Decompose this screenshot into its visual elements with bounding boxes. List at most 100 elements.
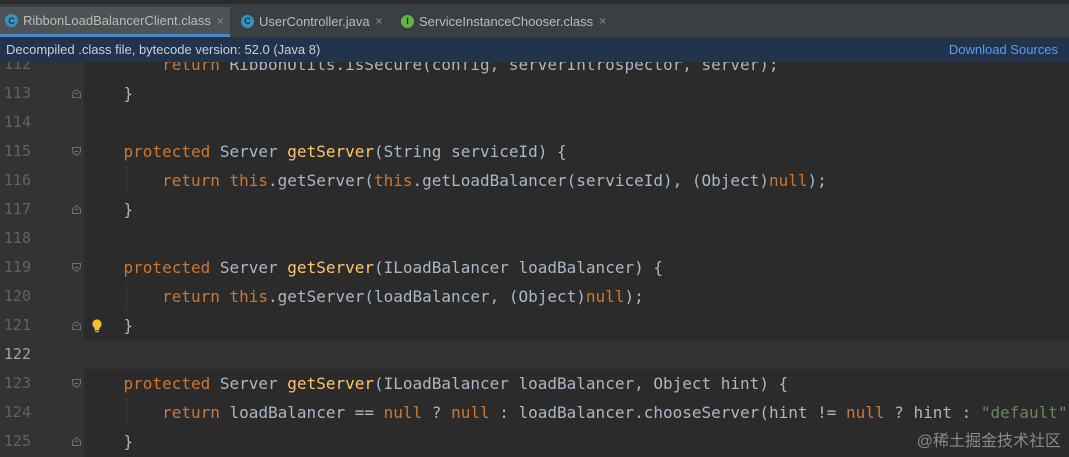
close-icon[interactable]: × xyxy=(376,14,383,28)
code-token: getServer xyxy=(287,258,374,277)
code-text: return this.getServer(loadBalancer, (Obj… xyxy=(85,282,644,311)
tab-service-instance-chooser[interactable]: I ServiceInstanceChooser.class × xyxy=(396,7,608,35)
code-token: } xyxy=(85,84,134,103)
code-token: .getServer(loadBalancer, (Object) xyxy=(268,287,586,306)
code-line[interactable]: 120 return this.getServer(loadBalancer, … xyxy=(0,282,1069,311)
watermark: @稀土掘金技术社区 xyxy=(916,433,1061,450)
line-number: 120 xyxy=(3,287,31,305)
code-token: "default" xyxy=(980,403,1068,422)
code-token: .getServer( xyxy=(268,171,374,190)
code-text: return loadBalancer == null ? null : loa… xyxy=(85,398,1069,427)
code-token: this xyxy=(229,287,269,306)
code-token: ); xyxy=(807,171,827,190)
code-line[interactable]: 115 protected Server getServer(String se… xyxy=(0,137,1069,166)
code-text: } xyxy=(85,427,134,456)
code-line[interactable]: 123 protected Server getServer(ILoadBala… xyxy=(0,369,1069,398)
code-token: RibbonUtils.isSecure(config, serverIntro… xyxy=(219,62,779,74)
tab-label: RibbonLoadBalancerClient.class xyxy=(23,13,211,28)
code-line[interactable]: 113 } xyxy=(0,79,1069,108)
line-number: 122 xyxy=(3,345,31,363)
line-number: 119 xyxy=(3,258,31,276)
line-number: 124 xyxy=(3,403,31,421)
close-icon[interactable]: × xyxy=(599,14,606,28)
code-line[interactable]: 124 return loadBalancer == null ? null :… xyxy=(0,398,1069,427)
close-icon[interactable]: × xyxy=(217,14,224,28)
code-token: return xyxy=(162,171,220,190)
code-token: null xyxy=(846,403,885,422)
code-text: protected Server getServer(ILoadBalancer… xyxy=(85,369,789,398)
line-number: 117 xyxy=(3,200,31,218)
fold-collapse-icon[interactable] xyxy=(71,262,82,273)
code-token: protected xyxy=(123,374,211,393)
tab-label: UserController.java xyxy=(259,13,370,29)
class-c-icon: C xyxy=(5,14,18,27)
code-line[interactable]: 112 return RibbonUtils.isSecure(config, … xyxy=(0,62,1069,79)
fold-end-icon[interactable] xyxy=(71,204,82,215)
code-token: return xyxy=(162,403,220,422)
code-text: } xyxy=(85,195,134,224)
code-line[interactable]: 117 } xyxy=(0,195,1069,224)
code-line[interactable]: 114 xyxy=(0,108,1069,137)
code-token: (ILoadBalancer loadBalancer) { xyxy=(374,258,663,277)
code-token: ? hint : xyxy=(884,403,981,422)
decompiled-banner: Decompiled .class file, bytecode version… xyxy=(0,37,1069,63)
download-sources-link[interactable]: Download Sources xyxy=(949,42,1058,57)
code-token: protected xyxy=(123,258,211,277)
code-line[interactable]: 119 protected Server getServer(ILoadBala… xyxy=(0,253,1069,282)
code-text: return RibbonUtils.isSecure(config, serv… xyxy=(85,62,779,79)
code-token: Server xyxy=(210,374,288,393)
line-number: 125 xyxy=(3,432,31,450)
code-token: null xyxy=(585,287,625,306)
tab-bar-top-strip xyxy=(0,0,1069,4)
fold-end-icon[interactable] xyxy=(71,320,82,331)
code-token: this xyxy=(374,171,413,190)
line-number: 116 xyxy=(3,171,31,189)
code-token: return xyxy=(162,62,220,74)
indent-guide xyxy=(126,398,127,427)
banner-message: Decompiled .class file, bytecode version… xyxy=(6,42,321,57)
code-text: protected Server getServer(ILoadBalancer… xyxy=(85,253,663,282)
code-line[interactable]: 116 return this.getServer(this.getLoadBa… xyxy=(0,166,1069,195)
code-token: getServer xyxy=(287,142,374,161)
code-token: } xyxy=(85,200,134,219)
lightbulb-icon[interactable] xyxy=(91,318,103,334)
code-token: null xyxy=(383,403,423,422)
fold-collapse-icon[interactable] xyxy=(71,146,82,157)
line-number: 118 xyxy=(3,229,31,247)
code-editor[interactable]: 112 return RibbonUtils.isSecure(config, … xyxy=(0,62,1069,457)
code-line[interactable]: 125 } xyxy=(0,427,1069,456)
code-token: Server xyxy=(210,258,288,277)
code-line[interactable]: 122 xyxy=(0,340,1069,369)
line-number: 114 xyxy=(3,113,31,131)
class-c-icon: C xyxy=(241,14,254,28)
code-token: (ILoadBalancer loadBalancer, Object hint… xyxy=(374,374,789,393)
tab-user-controller[interactable]: C UserController.java × xyxy=(236,7,394,35)
line-number: 112 xyxy=(3,62,31,73)
fold-end-icon[interactable] xyxy=(71,88,82,99)
tab-ribbon-load-balancer-client[interactable]: C RibbonLoadBalancerClient.class × xyxy=(0,7,230,37)
code-line[interactable]: 121 } xyxy=(0,311,1069,340)
code-token: (String serviceId) { xyxy=(374,142,567,161)
code-token: .getLoadBalancer(serviceId), (Object) xyxy=(412,171,769,190)
code-token: ); xyxy=(624,287,644,306)
code-line[interactable]: 118 xyxy=(0,224,1069,253)
indent-guide xyxy=(126,282,127,311)
fold-collapse-icon[interactable] xyxy=(71,378,82,389)
fold-end-icon[interactable] xyxy=(71,436,82,447)
line-number: 123 xyxy=(3,374,31,392)
code-token: protected xyxy=(123,142,211,161)
code-token: Server xyxy=(210,142,288,161)
editor-tab-bar: C RibbonLoadBalancerClient.class × C Use… xyxy=(0,0,1069,37)
code-text: } xyxy=(85,79,134,108)
code-token: null xyxy=(768,171,808,190)
tab-label: ServiceInstanceChooser.class xyxy=(419,13,594,29)
code-token: null xyxy=(451,403,490,422)
